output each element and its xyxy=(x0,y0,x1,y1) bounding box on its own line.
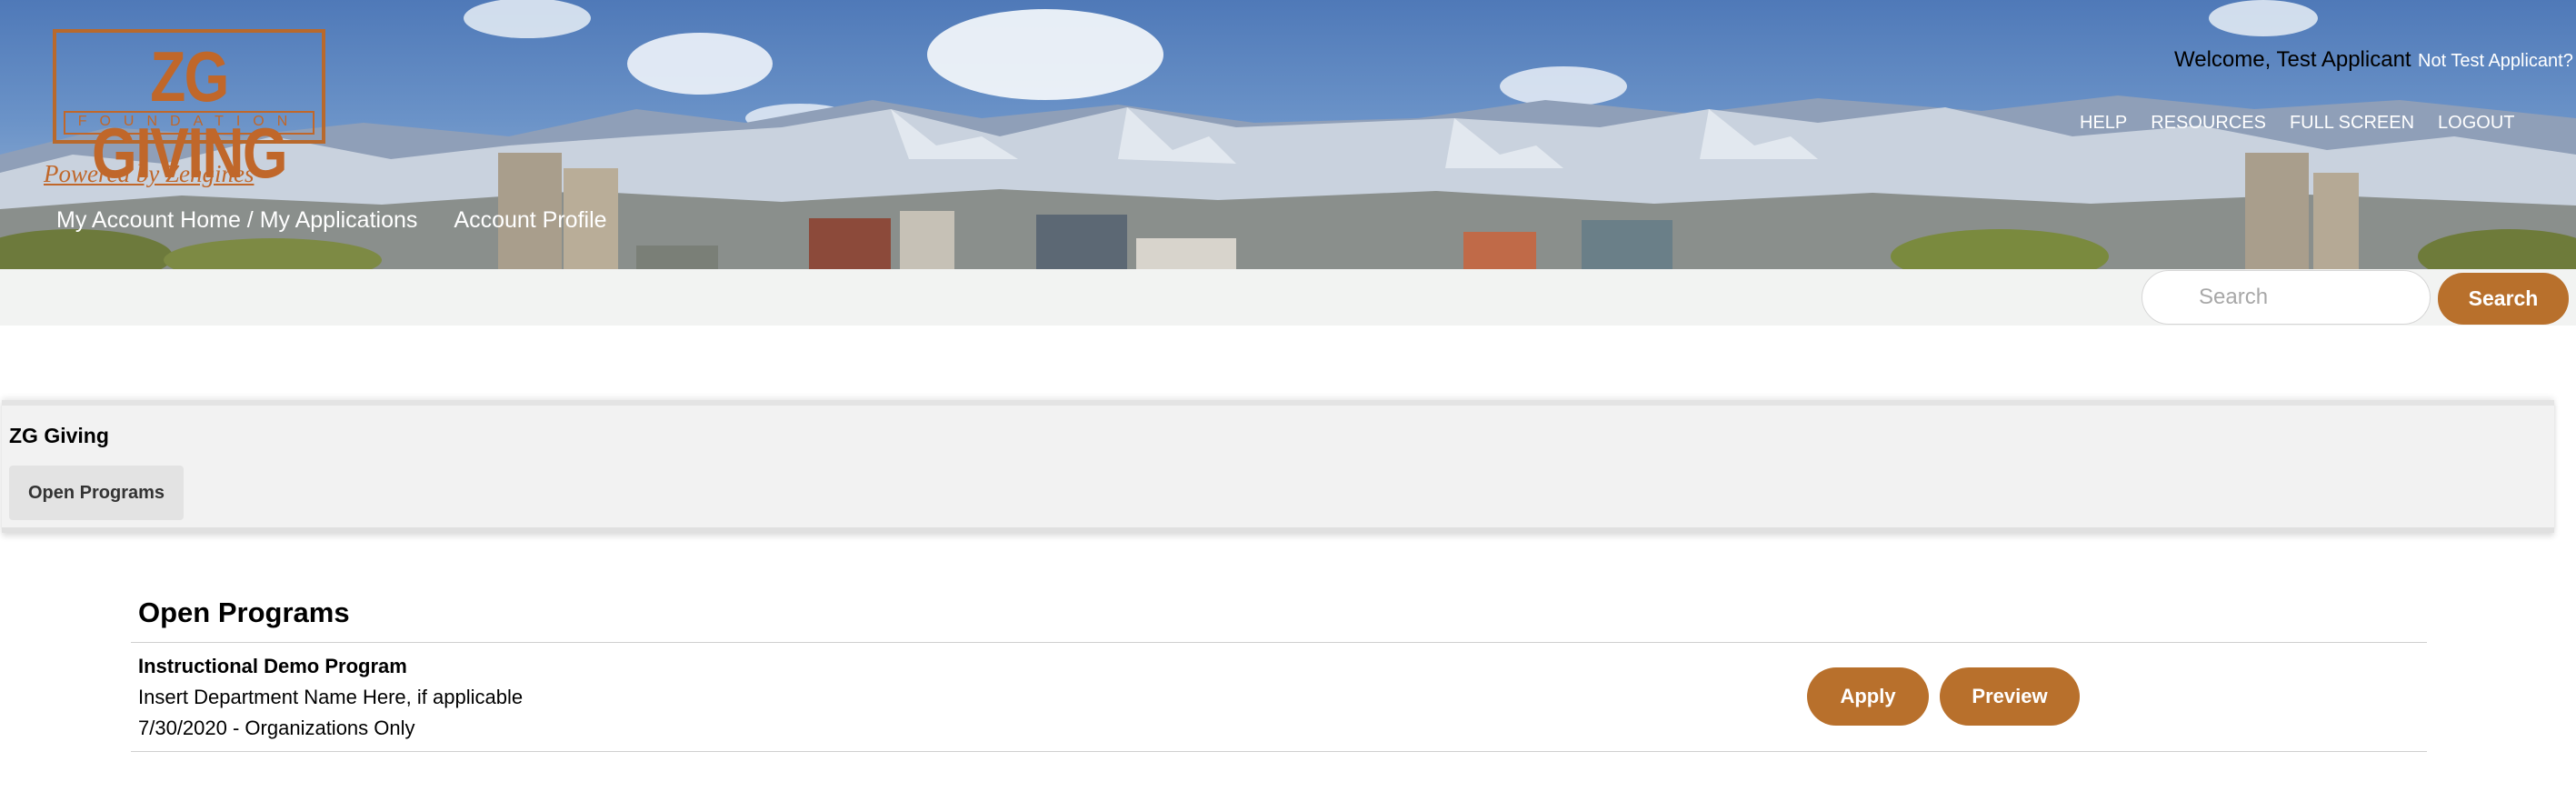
program-name: Instructional Demo Program xyxy=(138,655,407,677)
logo-tagline: Powered by Zengines xyxy=(44,160,255,187)
not-user-link[interactable]: Not Test Applicant? xyxy=(2418,51,2573,72)
help-link[interactable]: HELP xyxy=(2080,113,2127,134)
header-banner: ZG GIVING FOUNDATION Powered by Zengines… xyxy=(0,0,2576,269)
section-heading: Open Programs xyxy=(138,596,350,628)
preview-button[interactable]: Preview xyxy=(1940,667,2080,726)
tab-open-programs[interactable]: Open Programs xyxy=(9,466,184,520)
full-screen-link[interactable]: FULL SCREEN xyxy=(2290,113,2414,134)
account-nav: My Account Home / My Applications Accoun… xyxy=(56,207,607,234)
resources-link[interactable]: RESOURCES xyxy=(2151,113,2266,134)
logo-subtitle: FOUNDATION xyxy=(64,111,315,135)
search-button[interactable]: Search xyxy=(2438,273,2569,325)
top-nav: HELP RESOURCES FULL SCREEN LOGOUT xyxy=(2080,113,2514,134)
organization-name: ZG Giving xyxy=(9,424,109,447)
logout-link[interactable]: LOGOUT xyxy=(2438,113,2514,134)
search-input[interactable] xyxy=(2142,270,2431,325)
divider xyxy=(131,751,2427,752)
my-account-home-link[interactable]: My Account Home / My Applications xyxy=(56,207,417,234)
organization-panel: ZG Giving Open Programs xyxy=(2,400,2554,533)
welcome-message: Welcome, Test Applicant xyxy=(2174,47,2411,72)
zg-giving-logo[interactable]: ZG GIVING FOUNDATION xyxy=(53,29,325,191)
program-date: 7/30/2020 - Organizations Only xyxy=(138,717,415,739)
divider xyxy=(131,642,2427,643)
apply-button[interactable]: Apply xyxy=(1807,667,1929,726)
account-profile-link[interactable]: Account Profile xyxy=(454,207,606,234)
program-department: Insert Department Name Here, if applicab… xyxy=(138,686,524,708)
